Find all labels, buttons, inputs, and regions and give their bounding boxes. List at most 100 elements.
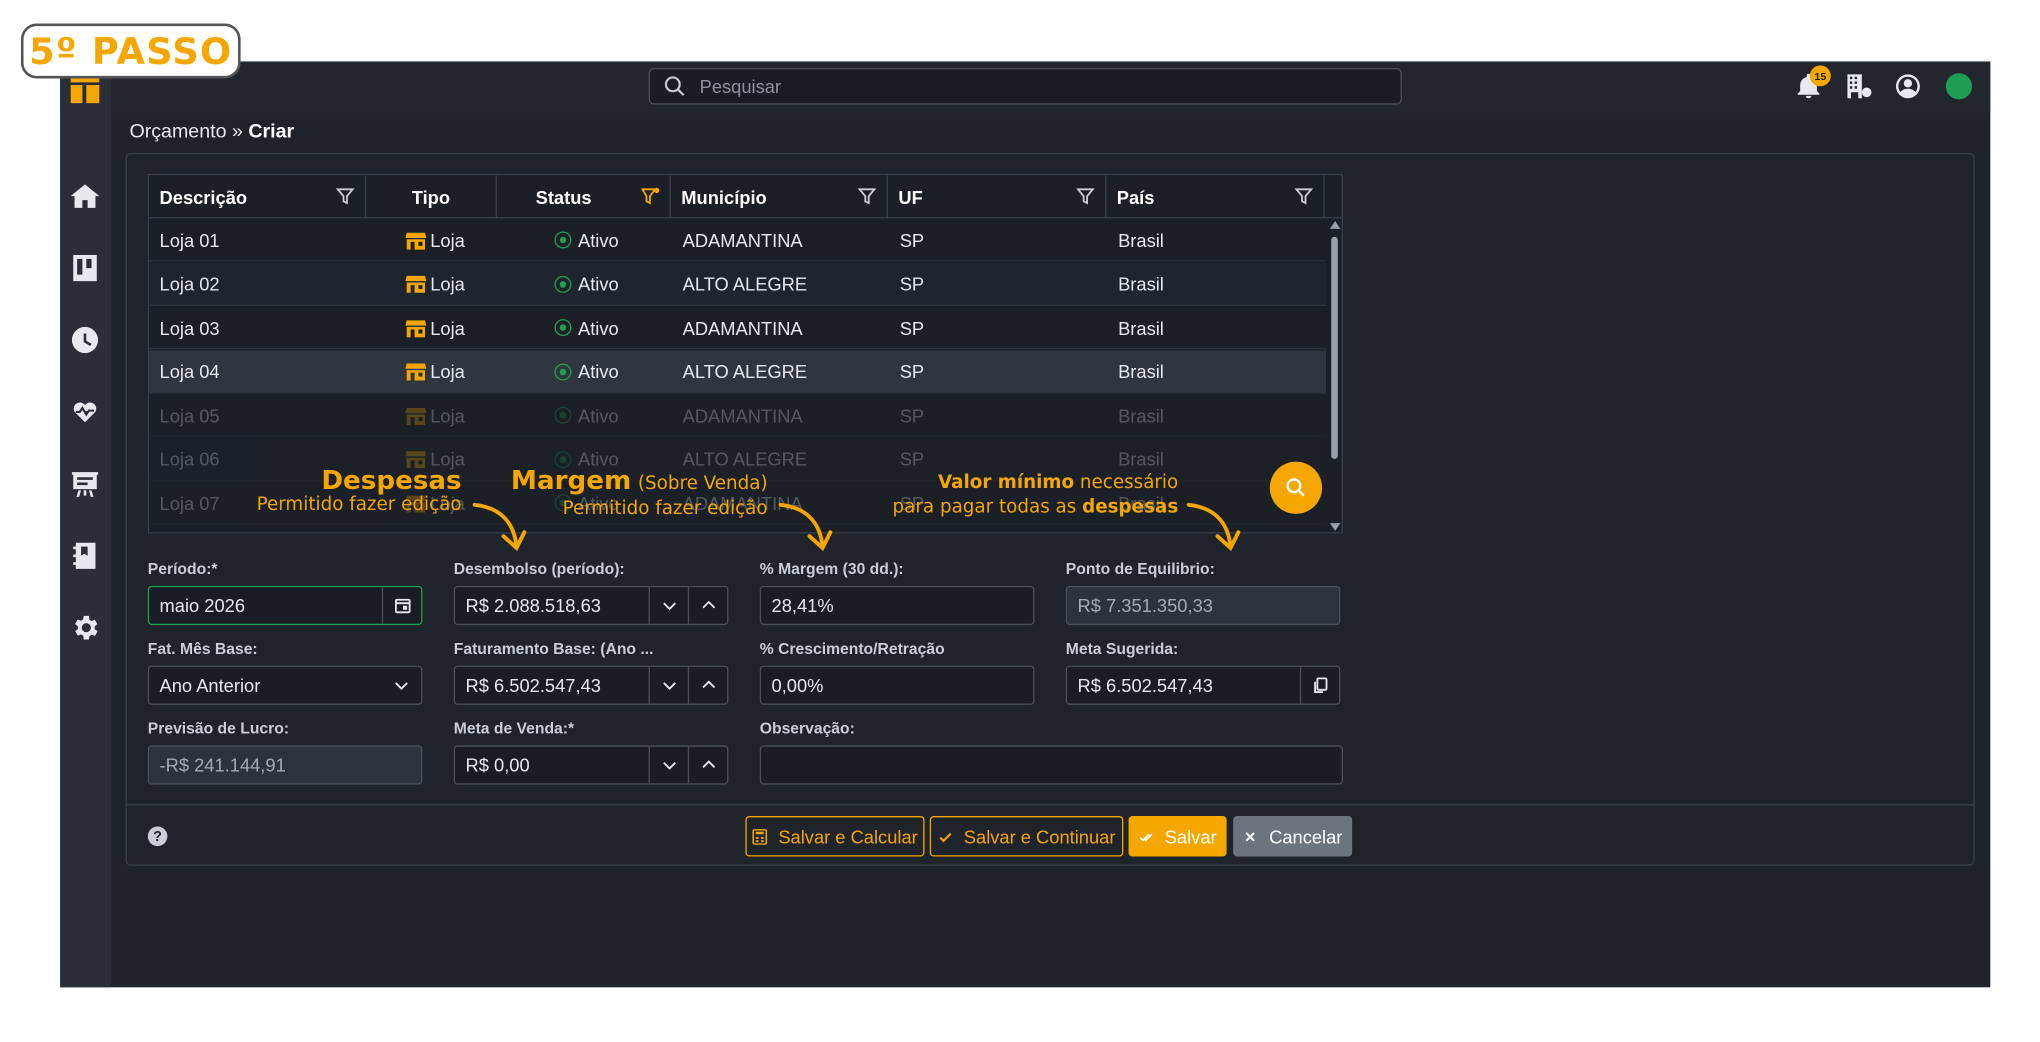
observacao-input[interactable] [759, 745, 1344, 785]
margem-input[interactable]: 28,41% [759, 585, 1035, 626]
search-fab-button[interactable] [1269, 461, 1323, 514]
table-row[interactable]: Loja 05 Loja Ativo ADAMANTINA SP Brasil [149, 394, 1327, 437]
save-button[interactable]: Salvar [1128, 816, 1227, 857]
periodo-input[interactable]: maio 2026 [147, 585, 423, 626]
button-label: Salvar [1164, 825, 1217, 847]
cell-tipo: Loja [405, 262, 465, 305]
cell-tipo: Loja [405, 218, 465, 261]
cell-uf: SP [899, 360, 925, 382]
button-label: Salvar e Calcular [778, 825, 918, 847]
decrement-button[interactable] [648, 746, 688, 784]
notifications-button[interactable]: 15 [1794, 65, 1831, 101]
calendar-button[interactable] [381, 587, 421, 624]
column-header-status[interactable]: Status [497, 175, 671, 219]
budget-form-panel: Descrição Tipo Status Município UF País … [125, 153, 1975, 866]
copy-button[interactable] [1299, 666, 1339, 704]
chevron-up-icon [701, 760, 715, 768]
field-value: R$ 6.502.547,43 [465, 674, 601, 696]
search-box[interactable] [648, 68, 1402, 105]
sidebar-item-history[interactable] [68, 323, 102, 357]
scroll-up-arrow[interactable] [1329, 221, 1341, 229]
fat-mes-base-select[interactable]: Ano Anterior [147, 665, 423, 705]
table-scrollbar[interactable] [1329, 221, 1341, 531]
cell-status-label: Ativo [578, 273, 619, 295]
company-settings-button[interactable] [1844, 72, 1873, 101]
column-header-uf[interactable]: UF [888, 175, 1107, 219]
cell-municipio: ALTO ALEGRE [682, 273, 808, 295]
scroll-down-arrow[interactable] [1329, 523, 1341, 531]
column-header-tipo[interactable]: Tipo [366, 175, 497, 219]
sidebar-item-board[interactable] [68, 251, 102, 285]
meta-venda-input[interactable]: R$ 0,00 [453, 745, 729, 785]
presentation-icon [71, 472, 99, 497]
cell-status-label: Ativo [578, 360, 619, 382]
heart-pulse-icon [71, 400, 99, 426]
sidebar-item-settings[interactable] [68, 611, 102, 645]
active-status-icon [554, 406, 572, 424]
search-icon [664, 76, 685, 96]
table-row[interactable]: Loja 02 Loja Ativo ALTO ALEGRE SP Brasil [149, 262, 1327, 306]
annotation-bold-text: despesas [1082, 496, 1179, 518]
decrement-button[interactable] [648, 666, 688, 704]
table-row[interactable]: Loja 03 Loja Ativo ADAMANTINA SP Brasil [149, 306, 1327, 350]
field-value: R$ 0,00 [465, 754, 530, 776]
increment-button[interactable] [687, 587, 727, 624]
filter-icon[interactable] [1075, 187, 1095, 205]
chevron-down-icon [662, 682, 676, 690]
sidebar [60, 61, 112, 988]
filter-icon[interactable] [857, 187, 877, 205]
increment-button[interactable] [687, 666, 727, 704]
table-row[interactable]: Loja 01 Loja Ativo ADAMANTINA SP Brasil [149, 218, 1327, 262]
arrow-icon [1183, 497, 1243, 557]
crescimento-input[interactable]: 0,00% [759, 665, 1035, 705]
search-input[interactable] [699, 75, 1354, 97]
online-status-indicator [1945, 73, 1973, 100]
sidebar-item-presentation[interactable] [68, 467, 102, 501]
annotation-text: necessário [1079, 472, 1179, 494]
field-label: Observação: [759, 719, 855, 738]
cell-status-label: Ativo [578, 317, 619, 339]
column-header-pais[interactable]: País [1106, 175, 1325, 219]
filter-icon[interactable] [335, 187, 355, 205]
field-value: Ano Anterior [159, 674, 261, 696]
ponto-equilibrio-input: R$ 7.351.350,33 [1065, 585, 1341, 626]
cell-descricao: Loja 06 [159, 448, 220, 470]
cancel-button[interactable]: Cancelar [1233, 816, 1353, 857]
annotation-despesas: Despesas Permitido fazer edição [231, 467, 462, 518]
desembolso-input[interactable]: R$ 2.088.518,63 [453, 585, 729, 626]
user-account-button[interactable] [1894, 72, 1923, 101]
cell-pais: Brasil [1118, 317, 1164, 339]
form-footer: ? Salvar e Calcular Salvar e Continuar S… [126, 804, 1974, 865]
sidebar-item-notebook[interactable] [68, 539, 102, 573]
cell-descricao: Loja 01 [159, 229, 220, 251]
cell-uf: SP [899, 317, 925, 339]
save-and-continue-button[interactable]: Salvar e Continuar [929, 816, 1124, 857]
cell-tipo-label: Loja [430, 404, 465, 426]
scroll-thumb[interactable] [1331, 236, 1338, 460]
sidebar-item-health[interactable] [68, 395, 102, 429]
save-and-calculate-button[interactable]: Salvar e Calcular [745, 816, 925, 857]
active-status-icon [554, 275, 572, 293]
breadcrumb-parent[interactable]: Orçamento [129, 120, 226, 142]
store-icon [405, 318, 427, 337]
field-label: Previsão de Lucro: [147, 719, 290, 738]
filter-active-icon[interactable] [640, 187, 660, 205]
dropdown-toggle[interactable] [382, 667, 421, 704]
table-row[interactable]: Loja 04 Loja Ativo ALTO ALEGRE SP Brasil [149, 349, 1327, 393]
user-circle-icon [1895, 74, 1920, 99]
app-logo [70, 74, 100, 104]
filter-icon[interactable] [1294, 187, 1314, 205]
column-header-descricao[interactable]: Descrição [149, 175, 367, 219]
decrement-button[interactable] [648, 587, 688, 624]
chevron-down-icon [662, 602, 676, 611]
column-header-municipio[interactable]: Município [671, 175, 888, 219]
faturamento-base-input[interactable]: R$ 6.502.547,43 [453, 665, 729, 705]
button-label: Cancelar [1269, 825, 1343, 847]
increment-button[interactable] [687, 746, 727, 784]
breadcrumb-separator: » [231, 120, 243, 143]
help-icon[interactable]: ? [147, 826, 168, 847]
gear-icon [75, 615, 98, 640]
meta-sugerida-input[interactable]: R$ 6.502.547,43 [1065, 665, 1341, 705]
cell-tipo: Loja [405, 394, 465, 437]
sidebar-item-home[interactable] [68, 179, 102, 213]
